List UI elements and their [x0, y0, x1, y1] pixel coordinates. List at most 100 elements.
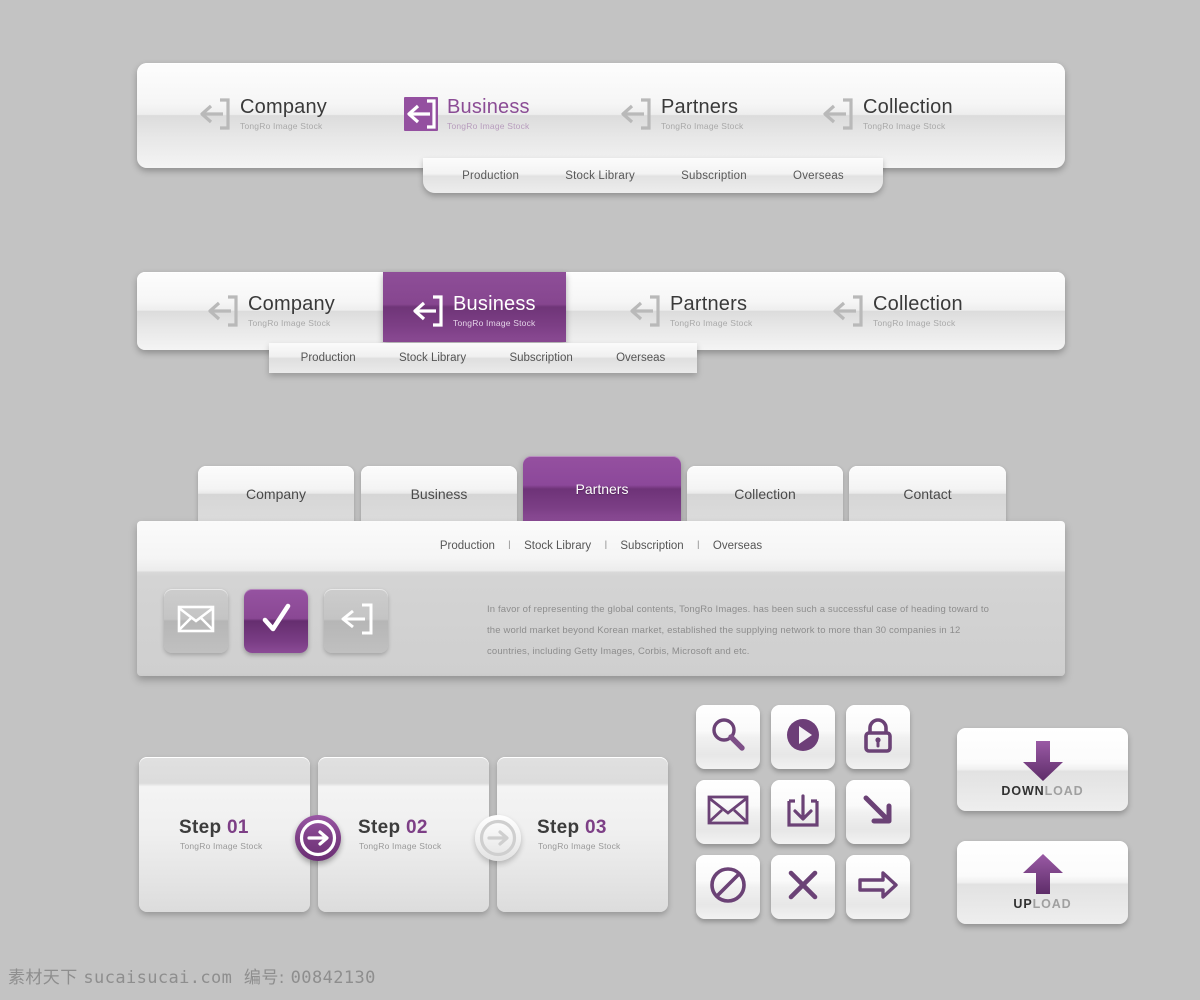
ui-kit-canvas: Company TongRo Image Stock Business Tong…	[0, 0, 1200, 1000]
tabsubmenu-item-subscription[interactable]: Subscription	[620, 540, 683, 552]
tabsubmenu-item-overseas[interactable]: Overseas	[713, 540, 762, 552]
nav2-item-label: Collection	[873, 293, 963, 315]
nav-item-label: Business	[447, 96, 530, 118]
close-x-icon-button[interactable]	[771, 855, 835, 919]
nav-item-collection[interactable]: Collection TongRo Image Stock	[820, 97, 953, 132]
nav2-item-label: Company	[248, 293, 335, 315]
upload-button[interactable]: UPLOAD	[957, 841, 1128, 924]
nav2-item-collection[interactable]: Collection TongRo Image Stock	[830, 294, 963, 329]
step-card-3[interactable]: Step 03 TongRo Image Stock	[497, 757, 668, 912]
upload-button-label: UPLOAD	[1013, 897, 1072, 911]
nav-item-sublabel: TongRo Image Stock	[863, 121, 946, 131]
lock-icon	[859, 715, 897, 760]
nav-item-business[interactable]: Business TongRo Image Stock	[404, 97, 530, 132]
arrow-up-icon	[957, 851, 1128, 897]
tab-business[interactable]: Business	[361, 466, 517, 522]
arrow-down-icon	[957, 738, 1128, 784]
nav-bar-secondary-items: Company TongRo Image Stock Partners Tong…	[137, 272, 1065, 350]
nav-item-sublabel: TongRo Image Stock	[447, 121, 530, 131]
submenu2-item-subscription[interactable]: Subscription	[509, 352, 572, 364]
mail-icon	[707, 795, 749, 830]
nav2-item-label: Business	[453, 293, 536, 315]
footer-id-value: 00842130	[290, 968, 376, 988]
nav-bar-primary-items: Company TongRo Image Stock Business Tong…	[137, 63, 1065, 168]
icon-button-grid	[696, 705, 910, 919]
enter-arrow-icon	[618, 97, 652, 131]
submenu-item-overseas[interactable]: Overseas	[793, 170, 844, 182]
step-card-1[interactable]: Step 01 TongRo Image Stock	[139, 757, 310, 912]
panel-body-text: In favor of representing the global cont…	[487, 604, 990, 657]
play-circle-icon	[783, 715, 823, 760]
arrow-right-circle-icon-inactive[interactable]	[475, 815, 521, 861]
footer-site-url: sucaisucai.com	[83, 968, 233, 988]
panel-icon-set	[164, 589, 388, 653]
enter-arrow-icon	[338, 602, 374, 641]
download-button[interactable]: DOWNLOAD	[957, 728, 1128, 811]
tab-collection[interactable]: Collection	[687, 466, 843, 522]
close-x-icon	[783, 865, 823, 910]
submenu-separator-1: I	[507, 540, 512, 552]
nav2-item-company[interactable]: Company TongRo Image Stock	[205, 294, 335, 329]
mail-icon-button[interactable]	[164, 589, 228, 653]
footer-id-label: 编号:	[243, 968, 285, 988]
tab-contact[interactable]: Contact	[849, 466, 1006, 522]
submenu-item-subscription[interactable]: Subscription	[681, 170, 747, 182]
nav-bar-secondary-submenu: Production Stock Library Subscription Ov…	[269, 343, 697, 373]
arrow-right-circle-icon-active[interactable]	[295, 815, 341, 861]
enter-arrow-icon	[627, 294, 661, 328]
enter-arrow-icon	[410, 294, 444, 328]
check-icon-button[interactable]	[244, 589, 308, 653]
nav2-item-sublabel: TongRo Image Stock	[248, 318, 331, 328]
submenu2-item-overseas[interactable]: Overseas	[616, 352, 665, 364]
step-sublabel-1: TongRo Image Stock	[180, 841, 263, 851]
nav2-item-business-active[interactable]: Business TongRo Image Stock	[383, 272, 566, 342]
step-label-2: Step 02	[358, 817, 428, 838]
nav-item-company[interactable]: Company TongRo Image Stock	[197, 97, 327, 132]
tab-panel-submenu: Production I Stock Library I Subscriptio…	[137, 521, 1065, 571]
prohibited-icon	[708, 865, 748, 910]
step-indicator: Step 01 TongRo Image Stock Step 02 TongR…	[139, 757, 668, 912]
prohibited-icon-button[interactable]	[696, 855, 760, 919]
nav-bar-secondary: Company TongRo Image Stock Partners Tong…	[137, 272, 1065, 350]
submenu-item-stock-library[interactable]: Stock Library	[565, 170, 635, 182]
tab-company[interactable]: Company	[198, 466, 354, 522]
nav-item-sublabel: TongRo Image Stock	[661, 121, 744, 131]
mail-icon	[177, 605, 215, 638]
tab-bar: Company Business Partners Collection Con…	[198, 456, 1006, 522]
nav2-item-partners[interactable]: Partners TongRo Image Stock	[627, 294, 753, 329]
play-circle-icon-button[interactable]	[771, 705, 835, 769]
enter-arrow-icon	[404, 97, 438, 131]
step-label-3: Step 03	[537, 817, 607, 838]
lock-icon-button[interactable]	[846, 705, 910, 769]
nav2-item-sublabel: TongRo Image Stock	[873, 318, 956, 328]
tab-panel: Production I Stock Library I Subscriptio…	[137, 521, 1065, 676]
nav-item-partners[interactable]: Partners TongRo Image Stock	[618, 97, 744, 132]
search-icon-button[interactable]	[696, 705, 760, 769]
enter-arrow-icon-button[interactable]	[324, 589, 388, 653]
nav2-item-sublabel: TongRo Image Stock	[670, 318, 753, 328]
submenu-item-production[interactable]: Production	[462, 170, 519, 182]
check-icon	[258, 601, 294, 642]
tab-partners[interactable]: Partners	[523, 456, 681, 522]
submenu2-item-stock-library[interactable]: Stock Library	[399, 352, 466, 364]
submenu2-item-production[interactable]: Production	[301, 352, 356, 364]
download-button-label: DOWNLOAD	[1001, 784, 1084, 798]
step-card-2[interactable]: Step 02 TongRo Image Stock	[318, 757, 489, 912]
arrow-right-icon-button[interactable]	[846, 855, 910, 919]
footer-watermark: 素材天下 sucaisucai.com 编号: 00842130	[8, 963, 376, 988]
step-sublabel-2: TongRo Image Stock	[359, 841, 442, 851]
enter-arrow-icon	[830, 294, 864, 328]
search-icon	[708, 715, 748, 760]
arrow-down-right-icon-button[interactable]	[846, 780, 910, 844]
tabsubmenu-item-production[interactable]: Production	[440, 540, 495, 552]
submenu-separator-2: I	[604, 540, 608, 552]
nav-bar-primary: Company TongRo Image Stock Business Tong…	[137, 63, 1065, 168]
step-label-1: Step 01	[179, 817, 249, 838]
arrow-right-icon	[857, 869, 899, 906]
download-tray-icon-button[interactable]	[771, 780, 835, 844]
nav-item-label: Partners	[661, 96, 739, 118]
nav-item-label: Collection	[863, 96, 953, 118]
nav-item-label: Company	[240, 96, 327, 118]
tabsubmenu-item-stock-library[interactable]: Stock Library	[524, 540, 591, 552]
mail-icon-button-grid[interactable]	[696, 780, 760, 844]
